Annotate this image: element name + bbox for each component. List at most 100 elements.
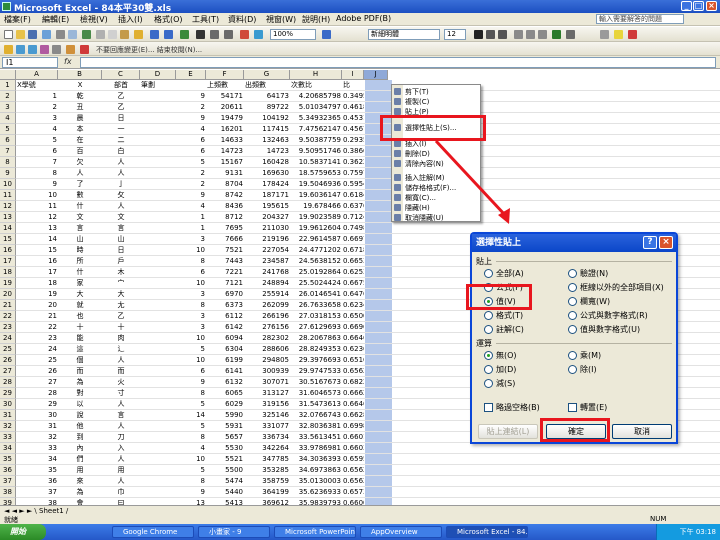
cell[interactable]: 8742 [206,190,244,201]
cell[interactable]: 0.29357 [342,135,364,146]
dialog-close-icon[interactable]: × [659,236,673,249]
permission-icon[interactable] [42,30,51,39]
ink-icon[interactable] [52,45,61,54]
cell[interactable]: 0.759704 [342,168,364,179]
row-header[interactable]: 23 [0,322,16,333]
column-header-h[interactable]: H [290,70,342,80]
cell[interactable]: 16201 [206,124,244,135]
cell[interactable]: 宀 [102,278,140,289]
cell[interactable] [140,344,176,355]
cell[interactable]: 6 [16,146,58,157]
cell[interactable] [140,179,176,190]
row-header[interactable]: 15 [0,234,16,245]
context-menu-item[interactable]: 隱藏(H) [405,203,430,213]
cell[interactable]: 丑 [58,102,102,113]
name-box[interactable]: I1 [2,57,58,68]
cell[interactable]: 294805 [244,355,290,366]
cell[interactable]: 數 [58,190,102,201]
cell[interactable]: 為 [58,377,102,388]
cell[interactable]: 4 [16,124,58,135]
cell[interactable]: 19 [16,289,58,300]
row-header[interactable]: 8 [0,157,16,168]
cell[interactable] [140,245,176,256]
cell[interactable]: 0.6601 [342,432,364,443]
cell[interactable]: 248894 [244,278,290,289]
cell[interactable]: 8 [176,476,206,487]
menu-window[interactable]: 視窗(W) [266,14,296,25]
cell[interactable]: 9 [176,91,206,102]
cell[interactable] [140,102,176,113]
cell[interactable]: 0.65628 [342,476,364,487]
cell[interactable]: 27.6129693 [290,322,342,333]
cell[interactable]: 家 [58,278,102,289]
cell[interactable]: 319156 [244,399,290,410]
cell[interactable]: 10 [176,454,206,465]
context-menu-item[interactable]: 剪下(T) [405,87,429,97]
cell[interactable] [140,421,176,432]
cell[interactable] [140,289,176,300]
cell[interactable]: 戶 [102,256,140,267]
cell[interactable] [140,234,176,245]
cell[interactable] [140,410,176,421]
cell[interactable] [140,135,176,146]
cell[interactable]: 9 [176,113,206,124]
cell[interactable]: 乾 [58,91,102,102]
cell[interactable]: 一 [102,124,140,135]
cell[interactable]: 在 [58,135,102,146]
row-header[interactable]: 27 [0,366,16,377]
cell[interactable]: 276156 [244,322,290,333]
fx-icon[interactable]: fx [64,57,72,66]
cell[interactable]: 5990 [206,410,244,421]
copy-icon[interactable] [108,30,117,39]
cell[interactable]: 21 [16,311,58,322]
cell[interactable]: 33.5613451 [290,432,342,443]
cell[interactable]: 5 [176,421,206,432]
cell[interactable]: 個 [58,355,102,366]
cell[interactable]: 人 [102,168,140,179]
cell[interactable]: 10 [16,190,58,201]
cell[interactable]: 0.6718 [342,245,364,256]
reject-change-icon[interactable] [80,45,89,54]
cell[interactable]: 25.5024424 [290,278,342,289]
cell[interactable]: 8704 [206,179,244,190]
drawing-icon[interactable] [254,30,263,39]
cell[interactable]: 欠 [58,157,102,168]
menu-adobe-pdf[interactable]: Adobe PDF(B) [336,14,391,23]
cell[interactable]: 人 [102,399,140,410]
save-icon[interactable] [28,30,37,39]
paste-icon[interactable] [120,30,129,39]
cell[interactable]: 3 [16,113,58,124]
cell[interactable]: 以 [58,399,102,410]
cell[interactable]: 6132 [206,377,244,388]
maximize-button[interactable]: □ [693,1,704,11]
cell[interactable]: 19.6036147 [290,190,342,201]
taskbar-item-appoverview[interactable]: AppOverview [360,526,442,538]
minimize-button[interactable]: _ [681,1,692,11]
cancel-button[interactable]: 取消 [612,424,672,439]
cell[interactable]: 什 [58,267,102,278]
cell[interactable]: 1 [176,212,206,223]
cell[interactable] [140,476,176,487]
cell[interactable]: 13 [16,223,58,234]
cell[interactable]: 2 [176,102,206,113]
cell[interactable]: 2 [176,179,206,190]
row-header[interactable]: 5 [0,124,16,135]
cell[interactable]: 人 [102,454,140,465]
cell[interactable]: 26.0146541 [290,289,342,300]
cell[interactable]: 3 [176,322,206,333]
cell[interactable] [140,201,176,212]
cell[interactable]: 24.4771202 [290,245,342,256]
comment-icon[interactable] [16,45,25,54]
cell[interactable]: 54171 [206,91,244,102]
cell[interactable]: 7 [16,157,58,168]
cell[interactable]: 木 [102,267,140,278]
cell[interactable]: 9 [16,179,58,190]
cell[interactable]: 能 [58,333,102,344]
paste-all-except-borders-option[interactable]: 框線以外的全部項目(X) [568,282,664,293]
align-right-icon[interactable] [538,30,547,39]
cell[interactable]: 117415 [244,124,290,135]
cell[interactable] [176,80,206,91]
dialog-help-icon[interactable]: ? [643,236,657,249]
cell[interactable] [140,388,176,399]
paste-all-option[interactable]: 全部(A) [484,268,524,279]
